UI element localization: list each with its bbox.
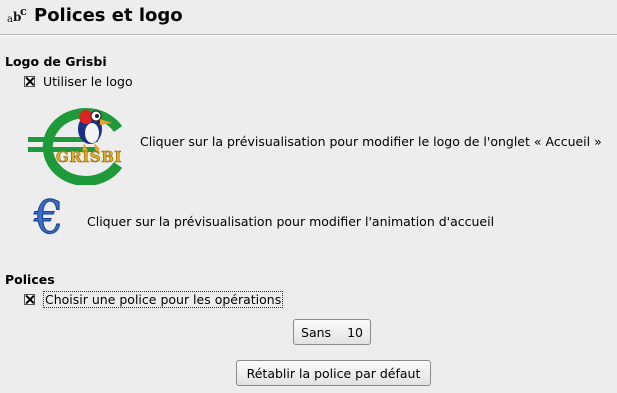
choose-font-label[interactable]: Choisir une police pour les opérations [43,291,284,308]
choose-font-checkbox[interactable] [24,294,35,305]
font-family-label: Sans [301,324,332,340]
logo-hint: Cliquer sur la prévisualisation pour mod… [140,134,602,149]
page-title: Polices et logo [34,5,183,26]
euro-icon: € [33,190,64,245]
use-logo-checkbox[interactable] [24,76,35,87]
font-size-label: 10 [347,324,363,340]
header-separator [0,34,617,36]
use-logo-checkbox-row[interactable]: Utiliser le logo [24,74,133,89]
animation-preview-button[interactable]: € [33,190,76,246]
logo-section-title: Logo de Grisbi [5,54,107,69]
grisbi-logo-text: GRISBI [56,148,122,167]
logo-preview-button[interactable]: GRISBI [26,103,130,186]
grisbi-logo [28,108,123,186]
icon-letter-c: c [20,5,27,18]
reset-font-button[interactable]: Rétablir la police par défaut [236,360,431,386]
fonts-section-title: Polices [5,272,55,287]
animation-hint: Cliquer sur la prévisualisation pour mod… [87,214,495,229]
font-chooser-button[interactable]: Sans 10 [293,319,371,345]
use-logo-label[interactable]: Utiliser le logo [43,74,133,89]
choose-font-checkbox-row[interactable]: Choisir une police pour les opérations [24,291,284,308]
page-header: a b c Polices et logo [0,0,617,34]
abc-font-icon: a b c [6,5,28,27]
